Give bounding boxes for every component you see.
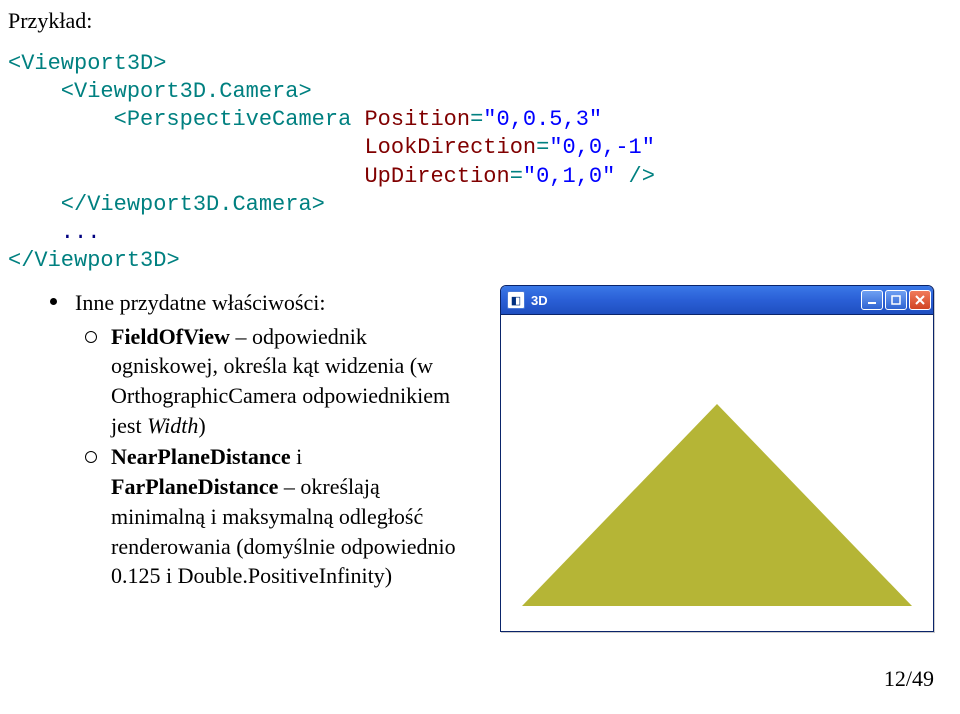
code-bracket: > [166, 248, 179, 273]
close-button[interactable] [909, 290, 931, 310]
code-eq: = [510, 164, 523, 189]
code-val: "0,0,-1" [549, 135, 655, 160]
code-eq: = [536, 135, 549, 160]
code-block: <Viewport3D> <Viewport3D.Camera> <Perspe… [8, 50, 655, 275]
titlebar[interactable]: ◧ 3D [501, 286, 933, 315]
code-bracket: </ [8, 192, 87, 217]
window-buttons [861, 290, 931, 310]
page-number: 12/49 [884, 666, 934, 692]
example-heading: Przykład: [8, 8, 92, 34]
inner2-text1: i [291, 444, 303, 469]
list-item: FieldOfView – odpowiednik ogniskowej, ok… [75, 322, 470, 441]
window-title: 3D [531, 293, 861, 308]
maximize-button[interactable] [885, 290, 907, 310]
code-bracket: /> [615, 164, 655, 189]
code-val: "0,1,0" [523, 164, 615, 189]
maximize-icon [891, 295, 901, 305]
bullet-ring-icon [85, 331, 97, 343]
code-bracket: < [8, 79, 74, 104]
window-content [501, 315, 933, 632]
code-bracket: < [8, 107, 127, 132]
code-bracket: > [312, 192, 325, 217]
code-bracket: > [298, 79, 311, 104]
code-attr: Position [364, 107, 470, 132]
minimize-button[interactable] [861, 290, 883, 310]
code-eq: = [470, 107, 483, 132]
outer-bullet-text: Inne przydatne właściwości: [75, 290, 325, 315]
triangle-wrap [501, 404, 933, 606]
triangle-shape [522, 404, 912, 606]
inner1-text2: ) [198, 413, 205, 438]
app-icon: ◧ [507, 291, 525, 309]
term-farplane: FarPlaneDistance [111, 474, 278, 499]
inner-list: FieldOfView – odpowiednik ogniskowej, ok… [75, 322, 470, 591]
code-space [351, 107, 364, 132]
minimize-icon [867, 295, 877, 305]
code-tag: Viewport3D.Camera [87, 192, 311, 217]
code-space [8, 164, 364, 189]
code-tag: Viewport3D [34, 248, 166, 273]
list-item: NearPlaneDistance i FarPlaneDistance – o… [75, 442, 470, 590]
code-attr: LookDirection [364, 135, 536, 160]
close-icon [915, 295, 925, 305]
code-val: "0,0.5,3" [483, 107, 602, 132]
code-bracket: > [153, 51, 166, 76]
code-tag: PerspectiveCamera [127, 107, 351, 132]
code-bracket: < [8, 51, 21, 76]
bullet-ring-icon [85, 451, 97, 463]
bullet-dot-icon [50, 298, 57, 305]
code-attr: UpDirection [364, 164, 509, 189]
window-3d: ◧ 3D [500, 285, 934, 632]
list-item: Inne przydatne właściwości: FieldOfView … [50, 288, 470, 591]
code-ellipsis: ... [8, 220, 100, 245]
term-width: Width [147, 413, 198, 438]
term-fieldofview: FieldOfView [111, 324, 230, 349]
code-space [8, 135, 364, 160]
code-tag: Viewport3D.Camera [74, 79, 298, 104]
code-tag: Viewport3D [21, 51, 153, 76]
bullet-list: Inne przydatne właściwości: FieldOfView … [50, 288, 470, 591]
code-bracket: </ [8, 248, 34, 273]
term-nearplane: NearPlaneDistance [111, 444, 291, 469]
